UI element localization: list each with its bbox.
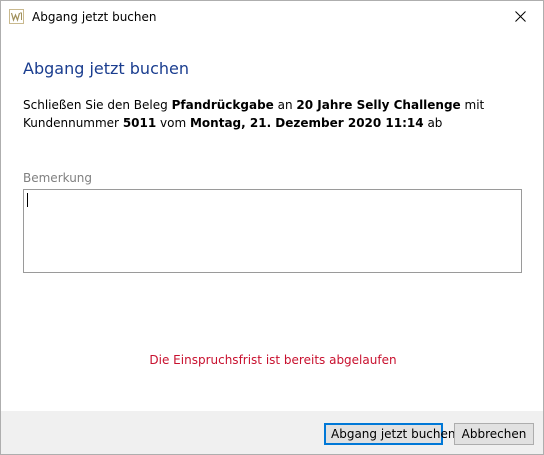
dialog-window: Abgang jetzt buchen Abgang jetzt buchen … bbox=[0, 0, 544, 455]
customer-name: 20 Jahre Selly Challenge bbox=[296, 98, 461, 112]
cancel-button[interactable]: Abbrechen bbox=[454, 423, 534, 445]
description-text: vom bbox=[156, 116, 190, 130]
description-text: Schließen Sie den Beleg bbox=[23, 98, 172, 112]
confirm-booking-button[interactable]: Abgang jetzt buchen bbox=[324, 423, 456, 445]
button-bar: Abgang jetzt buchen Abbrechen bbox=[1, 411, 543, 454]
remark-field[interactable] bbox=[23, 189, 522, 273]
close-button[interactable] bbox=[497, 1, 543, 32]
customer-number: 5011 bbox=[122, 116, 157, 130]
text-caret bbox=[27, 193, 28, 207]
selly-app-icon bbox=[9, 9, 24, 24]
error-message: Die Einspruchsfrist ist bereits abgelauf… bbox=[149, 353, 397, 367]
document-date: Montag, 21. Dezember 2020 11:14 bbox=[189, 116, 424, 130]
remark-label: Bemerkung bbox=[23, 171, 93, 185]
window-title: Abgang jetzt buchen bbox=[32, 10, 157, 24]
document-type: Pfandrückgabe bbox=[171, 98, 274, 112]
description-text: ab bbox=[423, 116, 443, 130]
title-bar[interactable]: Abgang jetzt buchen bbox=[1, 1, 543, 32]
dialog-heading: Abgang jetzt buchen bbox=[23, 59, 189, 78]
close-icon bbox=[514, 7, 526, 26]
dialog-description: Schließen Sie den Beleg Pfandrückgabe an… bbox=[23, 96, 523, 132]
description-text: an bbox=[273, 98, 297, 112]
